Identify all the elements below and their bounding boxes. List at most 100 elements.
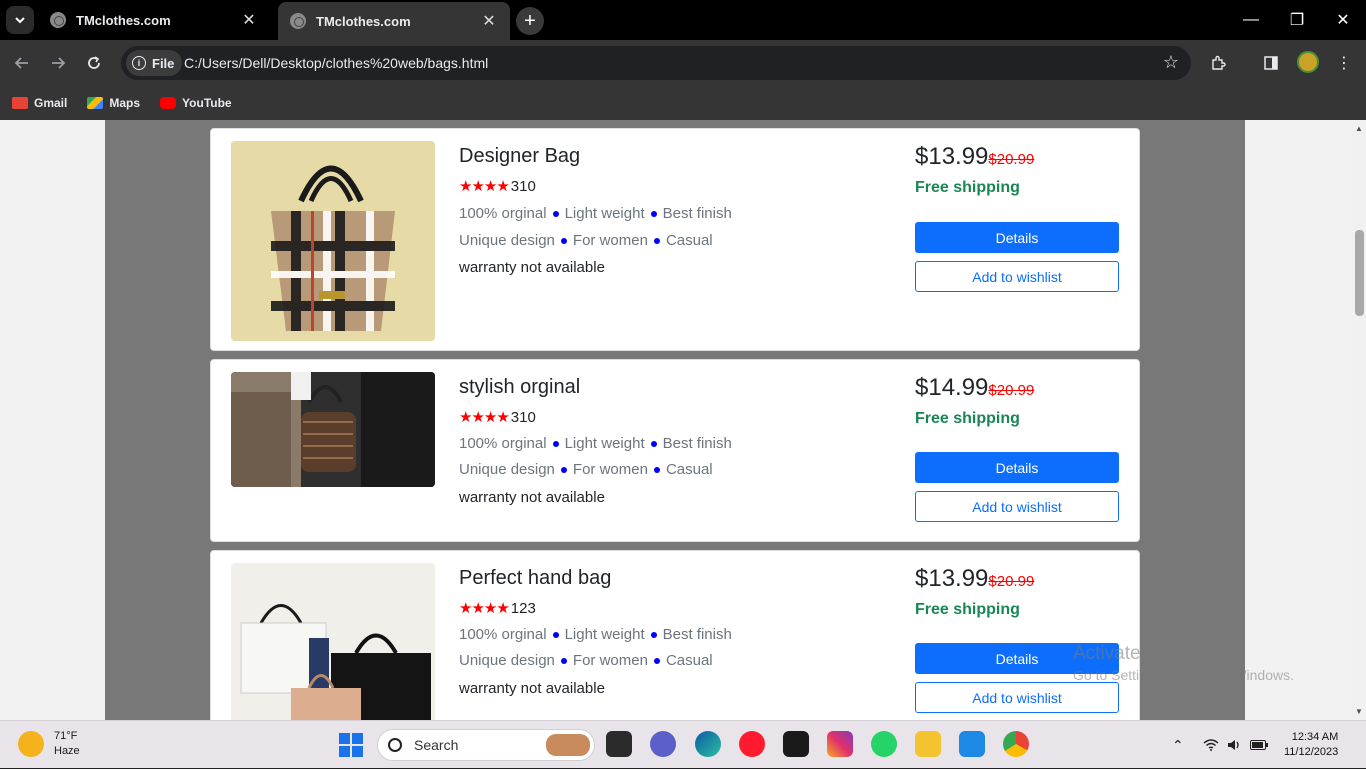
url-text[interactable]: C:/Users/Dell/Desktop/clothes%20web/bags…	[184, 55, 488, 71]
taskbar-search[interactable]: Search	[377, 729, 595, 761]
youtube-icon	[160, 97, 177, 109]
product-title[interactable]: Designer Bag	[459, 145, 580, 168]
product-rating: ★★★★ 310	[459, 177, 536, 196]
feature: For women	[572, 232, 648, 249]
edge-icon[interactable]	[695, 731, 721, 757]
add-to-wishlist-button[interactable]: Add to wishlist	[915, 682, 1119, 713]
weather-haze-icon	[18, 731, 44, 757]
bullet-dot	[650, 441, 657, 448]
close-tab-icon[interactable]: ✕	[480, 11, 498, 31]
star-rating-icon: ★★★★	[459, 409, 510, 426]
minimize-button[interactable]: —	[1228, 0, 1274, 40]
page-scrollbar[interactable]: ▲ ▼	[1352, 120, 1366, 720]
chrome-icon[interactable]	[1003, 731, 1029, 757]
maps-icon	[87, 97, 104, 109]
task-view-icon[interactable]	[606, 731, 632, 757]
activate-windows-watermark: Activate Windows Go to Settings to activ…	[1073, 643, 1294, 683]
side-panel-icon[interactable]	[1258, 50, 1284, 76]
scrollbar-thumb[interactable]	[1355, 230, 1364, 316]
teams-chat-icon[interactable]	[650, 731, 676, 757]
clock-date: 11/12/2023	[1284, 746, 1339, 758]
system-clock[interactable]: 12:34 AM 11/12/2023	[1284, 730, 1338, 760]
bullet-dot	[653, 238, 660, 245]
opera-icon[interactable]	[739, 731, 765, 757]
feature: For women	[572, 461, 648, 478]
warranty-text: warranty not available	[459, 680, 605, 697]
browser-toolbar: i File C:/Users/Dell/Desktop/clothes%20w…	[0, 40, 1366, 86]
feature: Best finish	[662, 626, 732, 643]
feature: Casual	[665, 232, 713, 249]
feature: Best finish	[662, 435, 732, 452]
bullet-dot	[653, 467, 660, 474]
product-image-designer-bag[interactable]	[231, 141, 435, 341]
feature: Best finish	[662, 205, 732, 222]
weather-widget[interactable]: 71°F Haze	[18, 729, 80, 759]
old-price: $20.99	[988, 382, 1035, 399]
close-tab-icon[interactable]: ✕	[240, 10, 258, 30]
weather-temp: 71°F	[54, 730, 78, 742]
instagram-icon[interactable]	[827, 731, 853, 757]
warranty-text: warranty not available	[459, 489, 605, 506]
reload-button[interactable]	[79, 48, 109, 78]
menu-kebab-icon[interactable]: ⋮	[1331, 50, 1357, 76]
volume-icon[interactable]	[1227, 721, 1241, 769]
site-info-chip[interactable]: i File	[126, 50, 183, 76]
wifi-icon[interactable]	[1203, 721, 1219, 769]
maximize-button[interactable]: ❐	[1274, 0, 1320, 40]
bullet-dot	[552, 211, 559, 218]
tab-search-button[interactable]	[6, 6, 34, 34]
file-explorer-icon[interactable]	[915, 731, 941, 757]
price: $14.99$20.99	[915, 374, 1034, 402]
shipping-label: Free shipping	[915, 410, 1020, 427]
bookmark-star-icon[interactable]: ☆	[1163, 52, 1179, 73]
battery-icon[interactable]	[1250, 721, 1268, 769]
start-button-windows-icon[interactable]	[339, 733, 363, 757]
details-button[interactable]: Details	[915, 452, 1119, 483]
address-bar[interactable]: i File C:/Users/Dell/Desktop/clothes%20w…	[121, 46, 1191, 80]
bookmark-label: Gmail	[34, 96, 68, 110]
bookmark-maps[interactable]: Maps	[87, 96, 140, 110]
profile-avatar[interactable]	[1297, 51, 1319, 73]
whatsapp-icon[interactable]	[871, 731, 897, 757]
bookmark-youtube[interactable]: YouTube	[160, 96, 232, 110]
product-image-perfect-hand-bag[interactable]	[231, 563, 435, 720]
clock-time: 12:34 AM	[1291, 731, 1339, 743]
product-card: Perfect hand bag ★★★★ 123 100% orginal Li…	[210, 550, 1140, 720]
close-window-button[interactable]: ✕	[1320, 0, 1366, 40]
bullet-dot	[552, 632, 559, 639]
new-tab-button[interactable]: +	[516, 7, 544, 35]
product-image-stylish-orginal[interactable]	[231, 372, 435, 487]
features-row-2: Unique design For women Casual	[459, 652, 713, 669]
reload-icon	[88, 56, 100, 69]
details-button[interactable]: Details	[915, 222, 1119, 253]
scroll-up-arrow-icon[interactable]: ▲	[1352, 124, 1366, 133]
feature: Light weight	[564, 626, 645, 643]
product-rating: ★★★★ 310	[459, 408, 536, 427]
tab-1[interactable]: TMclothes.com ✕	[38, 0, 270, 40]
back-button[interactable]	[7, 48, 37, 78]
old-price: $20.99	[988, 151, 1035, 168]
product-title[interactable]: Perfect hand bag	[459, 567, 611, 590]
tray-chevron-up-icon[interactable]: ⌃	[1172, 721, 1184, 769]
tab-2-active[interactable]: TMclothes.com ✕	[278, 2, 510, 40]
forward-button[interactable]	[43, 48, 73, 78]
shipping-label: Free shipping	[915, 601, 1020, 618]
site-info-label: File	[152, 55, 175, 71]
add-to-wishlist-button[interactable]: Add to wishlist	[915, 491, 1119, 522]
price: $13.99$20.99	[915, 565, 1034, 593]
bookmark-gmail[interactable]: Gmail	[12, 96, 67, 110]
current-price: $13.99	[915, 143, 989, 170]
add-to-wishlist-button[interactable]: Add to wishlist	[915, 261, 1119, 292]
vscode-icon[interactable]	[959, 731, 985, 757]
bullet-dot	[560, 467, 567, 474]
review-count: 310	[510, 408, 536, 426]
product-title[interactable]: stylish orginal	[459, 376, 580, 399]
obs-icon[interactable]	[783, 731, 809, 757]
features-row-1: 100% orginal Light weight Best finish	[459, 205, 732, 222]
feature: Casual	[665, 652, 713, 669]
extensions-icon[interactable]	[1205, 50, 1231, 76]
feature: 100% orginal	[459, 205, 547, 222]
arrow-left-icon	[14, 57, 28, 69]
feature: Light weight	[564, 205, 645, 222]
scroll-down-arrow-icon[interactable]: ▼	[1352, 707, 1366, 716]
